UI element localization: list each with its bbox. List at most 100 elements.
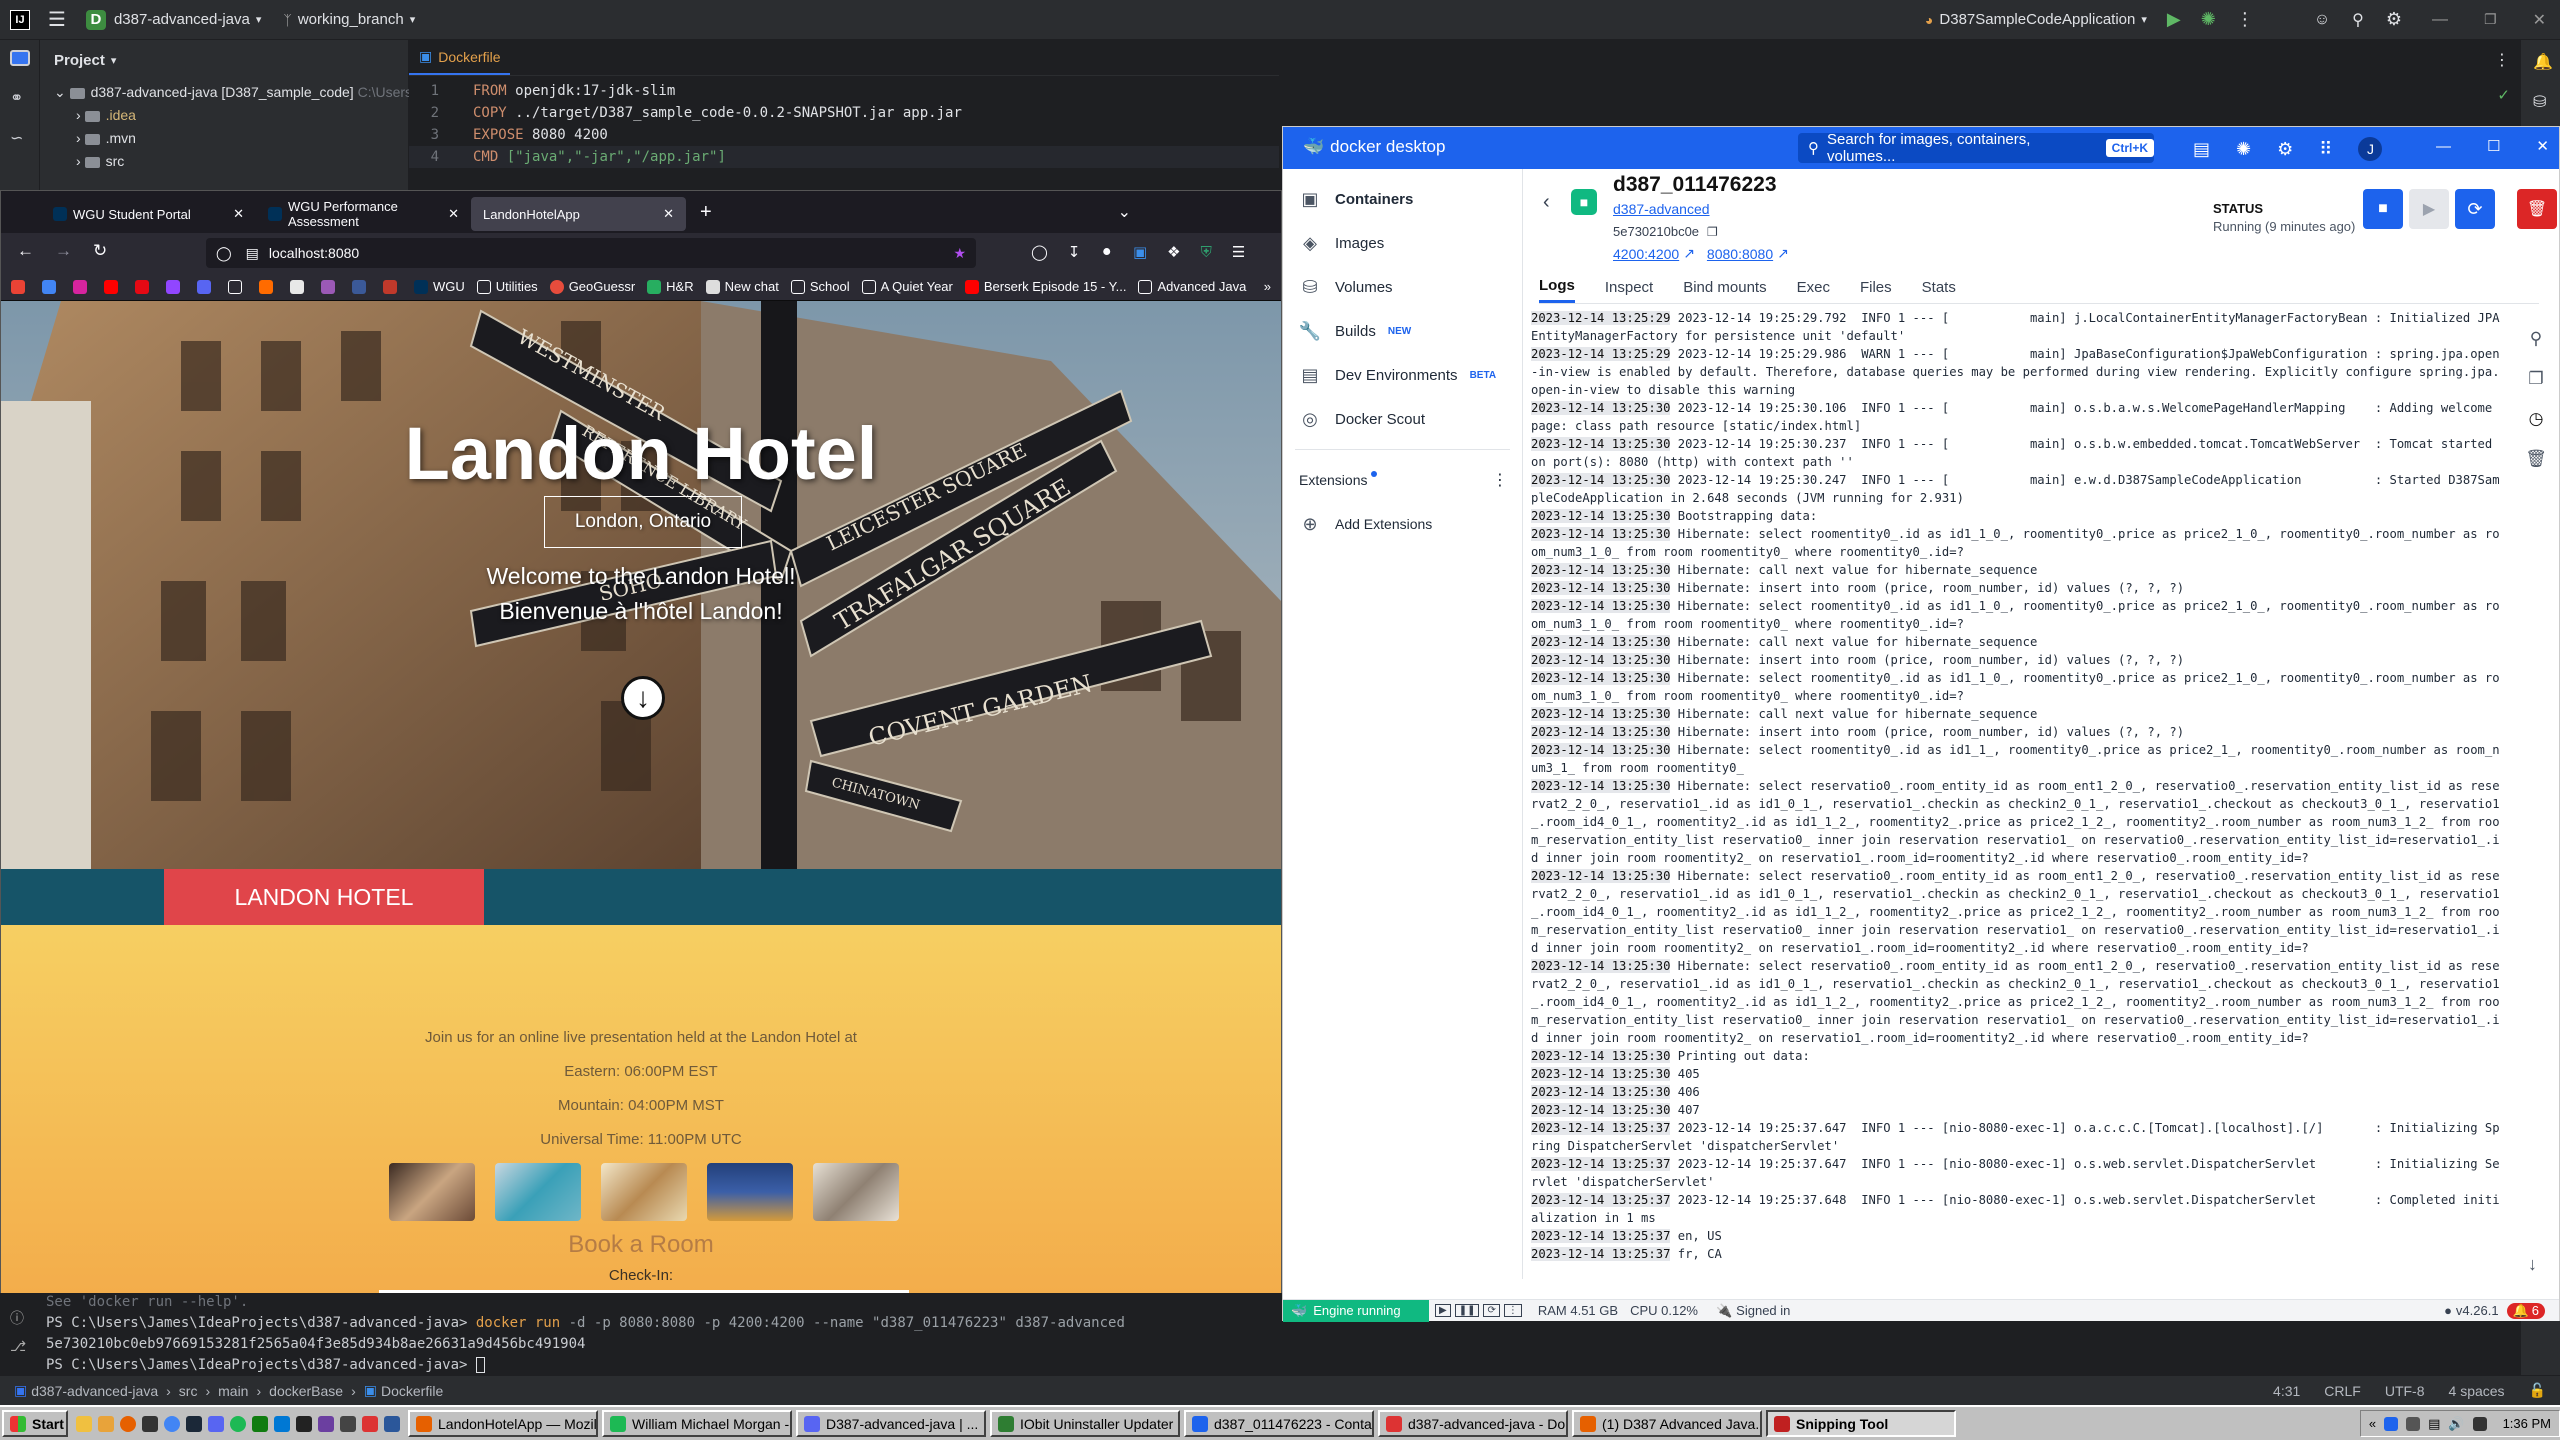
twitch-bookmark-icon[interactable]	[166, 279, 185, 294]
taskbar-app[interactable]: d387-advanced-java - Do...	[1378, 1410, 1568, 1437]
netflix-bookmark-icon[interactable]	[135, 279, 154, 294]
tray-expand-icon[interactable]: «	[2369, 1416, 2376, 1431]
tray-icon[interactable]	[2472, 1416, 2487, 1431]
nav-builds[interactable]: 🔧 Builds NEW	[1283, 309, 1522, 353]
close-icon[interactable]: ✕	[2536, 137, 2549, 155]
gallery-image[interactable]	[495, 1163, 581, 1221]
tab-stats[interactable]: Stats	[1922, 279, 1956, 302]
chrome-icon[interactable]	[164, 1415, 180, 1432]
more-icon[interactable]: ⋮	[2236, 9, 2254, 30]
tab-bind-mounts[interactable]: Bind mounts	[1683, 279, 1766, 302]
pocket-icon[interactable]: ◯	[1031, 243, 1048, 261]
more-bookmarks-icon[interactable]: »	[1264, 279, 1271, 294]
editor-tab-dockerfile[interactable]: ▣ Dockerfile	[409, 41, 511, 75]
close-icon[interactable]: ✕	[2533, 10, 2546, 30]
tab-logs[interactable]: Logs	[1539, 277, 1575, 303]
steam-icon[interactable]	[186, 1415, 202, 1432]
explorer-icon[interactable]	[76, 1415, 92, 1432]
commit-icon[interactable]: ⚭	[10, 88, 39, 108]
forward-icon[interactable]: →	[55, 241, 72, 261]
firefox-icon[interactable]	[120, 1415, 136, 1432]
close-tab-icon[interactable]: ✕	[448, 206, 459, 222]
code-line[interactable]: 4 CMD ["java","-jar","/app.jar"]	[409, 146, 1279, 168]
menu-icon[interactable]: ☰	[1232, 243, 1245, 261]
user-icon[interactable]: ☺	[2314, 11, 2330, 29]
bookmark-utilities[interactable]: Utilities	[476, 279, 538, 294]
close-tab-icon[interactable]: ✕	[233, 206, 244, 222]
copy-icon[interactable]: ❐	[2523, 359, 2549, 399]
folder-icon[interactable]	[98, 1415, 114, 1432]
bookmark-berserk[interactable]: Berserk Episode 15 - Y...	[964, 279, 1126, 294]
youtube-bookmark-icon[interactable]	[104, 279, 123, 294]
restore-icon[interactable]: ❐	[2484, 11, 2497, 28]
extension-star-icon[interactable]: ★	[953, 245, 966, 262]
notifications-icon[interactable]: 🔔	[2533, 52, 2560, 72]
add-extensions[interactable]: ⊕ Add Extensions	[1283, 502, 1522, 546]
engine-status[interactable]: 🐳 Engine running	[1283, 1299, 1429, 1322]
volume-icon[interactable]: 🔊	[2448, 1416, 2464, 1432]
log-output[interactable]: 2023-12-14 13:25:29 2023-12-14 19:25:29.…	[1531, 309, 2501, 1267]
bookmark-hr[interactable]: H&R	[647, 279, 694, 294]
close-tab-icon[interactable]: ✕	[663, 206, 674, 222]
bookmark-quiet-year[interactable]: A Quiet Year	[861, 279, 953, 294]
code-line[interactable]: 1 FROM openjdk:17-jdk-slim	[409, 80, 1279, 102]
list-tabs-icon[interactable]: ⌄	[1118, 202, 1131, 222]
minimize-icon[interactable]: —	[2432, 11, 2448, 29]
tray-icon[interactable]	[2384, 1416, 2399, 1431]
taskbar-app[interactable]: William Michael Morgan - I...	[602, 1410, 792, 1437]
ublock-icon[interactable]: ⛨	[1201, 244, 1212, 261]
taskbar-app[interactable]: IObit Uninstaller Updater	[990, 1410, 1180, 1437]
search-icon[interactable]: ⚲	[2352, 10, 2364, 30]
clock[interactable]: 1:36 PM	[2503, 1416, 2551, 1431]
app-bookmark-icon[interactable]	[259, 279, 278, 294]
nav-docker-scout[interactable]: ◎ Docker Scout	[1283, 397, 1522, 441]
checkin-input[interactable]	[379, 1290, 909, 1293]
minimize-icon[interactable]: —	[2436, 138, 2451, 155]
avatar[interactable]: J	[2358, 137, 2383, 161]
account-icon[interactable]: ⚫	[1100, 243, 1113, 261]
docker-search[interactable]: ⚲ Search for images, containers, volumes…	[1798, 131, 2154, 165]
url-bar[interactable]: ◯ ▤ localhost:8080 ★	[206, 238, 976, 268]
back-icon[interactable]: ←	[17, 241, 34, 261]
tree-item-idea[interactable]: › .idea	[40, 104, 408, 127]
app-icon[interactable]	[274, 1415, 290, 1432]
port-link[interactable]: 4200:4200	[1613, 246, 1679, 262]
cursor-position[interactable]: 4:31	[2273, 1383, 2300, 1399]
gmail-bookmark-icon[interactable]	[11, 279, 30, 294]
reload-icon[interactable]: ↻	[93, 241, 107, 261]
app-icon[interactable]	[296, 1415, 312, 1432]
breadcrumb[interactable]: ▣ d387-advanced-java › src › main › dockerB…	[14, 1382, 443, 1399]
bookmark-wgu[interactable]: WGU	[414, 279, 465, 294]
gallery-image[interactable]	[601, 1163, 687, 1221]
start-button[interactable]: ▶	[2409, 189, 2449, 229]
tab-exec[interactable]: Exec	[1797, 279, 1830, 302]
run-config-name[interactable]: D387SampleCodeApplication	[1939, 11, 2135, 28]
bookmark-new-chat[interactable]: New chat	[705, 279, 779, 294]
nav-images[interactable]: ◈ Images	[1283, 221, 1522, 265]
project-name[interactable]: d387-advanced-java	[114, 11, 250, 28]
docs-bookmark-icon[interactable]	[42, 279, 61, 294]
tab-files[interactable]: Files	[1860, 279, 1892, 302]
bookmark-school[interactable]: School	[790, 279, 850, 294]
apps-grid-icon[interactable]: ⠿	[2319, 139, 2332, 160]
puzzle-icon[interactable]: ❖	[1167, 243, 1180, 261]
app-icon[interactable]	[208, 1415, 224, 1432]
pull-requests-icon[interactable]: ∽	[10, 128, 39, 148]
indent[interactable]: 4 spaces	[2449, 1383, 2505, 1399]
clear-icon[interactable]: 🗑	[2523, 439, 2549, 479]
network-icon[interactable]: ▤	[2428, 1416, 2440, 1432]
tree-root[interactable]: ⌄ d387-advanced-java [D387_sample_code] …	[40, 81, 412, 104]
project-panel-header[interactable]: Project ▾	[40, 40, 408, 81]
copy-icon[interactable]: ❐	[1707, 225, 1718, 239]
app-icon[interactable]	[252, 1415, 268, 1432]
bookmark-advanced-java[interactable]: Advanced Java	[1138, 279, 1246, 294]
taskbar-app[interactable]: LandonHotelApp — Mozilla...	[408, 1410, 598, 1437]
browser-tab-active[interactable]: LandonHotelApp ✕	[471, 197, 686, 231]
lock-icon[interactable]: 🔓	[2529, 1382, 2546, 1399]
gallery-image[interactable]	[389, 1163, 475, 1221]
app-bookmark-icon[interactable]	[290, 279, 309, 294]
nav-dev-environments[interactable]: ▤ Dev Environments BETA	[1283, 353, 1522, 397]
more-icon[interactable]: ⋮	[2494, 50, 2510, 70]
app-icon[interactable]	[142, 1415, 158, 1432]
search-icon[interactable]: ⚲	[2523, 319, 2549, 359]
